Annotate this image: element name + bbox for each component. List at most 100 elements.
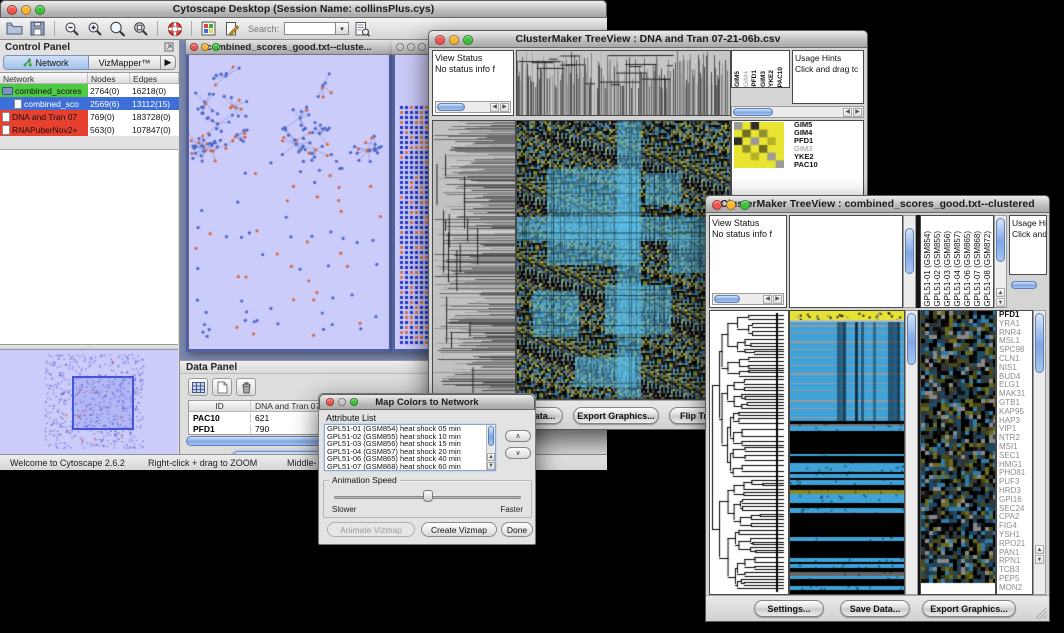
scrollbar-thumb[interactable]: [714, 295, 740, 303]
heatmap-view[interactable]: [516, 120, 731, 400]
gene-column-label[interactable]: GIM3: [760, 71, 769, 87]
array-column-label[interactable]: GPL51-03 (GSM856): [943, 231, 953, 307]
array-column-label[interactable]: GPL51-08 (GSM872): [983, 231, 993, 307]
animate-vizmap-button[interactable]: Animate Vizmap: [327, 522, 415, 537]
network-row[interactable]: combined_sco 2569(6) 13112(15): [0, 97, 179, 110]
export-graphics-button[interactable]: Export Graphics...: [573, 407, 659, 424]
zoom-selected-icon[interactable]: [130, 19, 151, 38]
scroll-up-icon[interactable]: ▲: [487, 453, 495, 461]
scroll-up-icon[interactable]: ▲: [996, 288, 1005, 297]
zoom-button[interactable]: [350, 398, 358, 406]
scroll-down-icon[interactable]: ▼: [487, 462, 495, 470]
gene-column-label[interactable]: YKE2: [768, 70, 777, 87]
row-dendrogram-view[interactable]: [432, 120, 516, 400]
array-column-label[interactable]: GPL51-04 (GSM857): [953, 231, 963, 307]
scroll-right-icon[interactable]: ▶: [500, 103, 509, 112]
new-attribute-icon[interactable]: [212, 378, 232, 396]
settings-button[interactable]: Settings...: [754, 600, 824, 617]
column-dendrogram-area[interactable]: [789, 215, 903, 308]
column-header-edges[interactable]: Edges: [130, 73, 179, 83]
network-row[interactable]: DNA and Tran 07 769(0) 183728(0): [0, 110, 179, 123]
attribute-item[interactable]: GPL51-07 (GSM868) heat shock 60 min: [325, 463, 495, 471]
scrollbar-thumb[interactable]: [905, 228, 914, 274]
dialog-titlebar[interactable]: Map Colors to Network: [319, 394, 535, 410]
close-button[interactable]: [712, 200, 722, 210]
frame-2-minimize-button[interactable]: [407, 43, 415, 51]
network-row[interactable]: RNAPuberNov2+ 563(0) 107847(0): [0, 123, 179, 136]
cytoscape-titlebar[interactable]: Cytoscape Desktop (Session Name: collins…: [0, 0, 607, 18]
float-panel-icon[interactable]: [164, 42, 174, 52]
secondary-heatmap-view[interactable]: [920, 310, 996, 595]
scrollbar-thumb[interactable]: [488, 426, 494, 446]
frame-2-zoom-button[interactable]: [418, 43, 426, 51]
view-status-hscrollbar[interactable]: ◀▶: [712, 293, 784, 305]
scrollbar-thumb[interactable]: [907, 313, 916, 365]
zoom-button[interactable]: [35, 5, 45, 15]
vizmapper-palette-icon[interactable]: [198, 19, 219, 38]
column-header-nodes[interactable]: Nodes: [88, 73, 130, 83]
move-up-button[interactable]: ∧: [505, 430, 531, 442]
scroll-right-icon[interactable]: ▶: [853, 108, 862, 117]
scrollbar-thumb[interactable]: [733, 108, 773, 116]
scroll-up-icon[interactable]: ▲: [1035, 545, 1044, 554]
column-header-network[interactable]: Network: [0, 73, 88, 83]
gene-label[interactable]: PAC10: [792, 161, 863, 169]
zoom-button[interactable]: [463, 35, 473, 45]
select-attributes-icon[interactable]: [188, 378, 208, 396]
gene-column-label[interactable]: PAC10: [777, 67, 786, 87]
scrollbar-thumb[interactable]: [437, 103, 465, 111]
done-button[interactable]: Done: [501, 522, 533, 537]
column-header-id[interactable]: ID: [189, 401, 251, 411]
save-data-button[interactable]: Save Data...: [840, 600, 910, 617]
view-status-hscrollbar[interactable]: ◀▶: [435, 101, 511, 113]
heatmap-view[interactable]: [789, 310, 905, 595]
tab-overflow-arrow[interactable]: ▶: [161, 55, 176, 70]
attribute-list-scrollbar[interactable]: ▲ ▼: [486, 425, 495, 470]
zoom-in-icon[interactable]: [84, 19, 105, 38]
submatrix-heatmap-canvas[interactable]: [734, 122, 784, 168]
frame-2-close-button[interactable]: [396, 43, 404, 51]
search-input[interactable]: [284, 22, 336, 35]
attribute-listbox[interactable]: GPL51-01 (GSM854) heat shock 05 minGPL51…: [324, 424, 496, 471]
treeview2-titlebar[interactable]: ClusterMaker TreeView : combined_scores_…: [705, 195, 1050, 213]
column-labels-vscrollbar[interactable]: ▲ ▼: [994, 215, 1007, 308]
zoom-button[interactable]: [740, 200, 750, 210]
array-column-label[interactable]: GPL51-02 (GSM855): [933, 231, 943, 307]
help-lifesaver-icon[interactable]: [164, 19, 185, 38]
scroll-left-icon[interactable]: ◀: [843, 108, 852, 117]
speed-slider-thumb[interactable]: [423, 490, 433, 502]
row-dendrogram-view[interactable]: [709, 310, 789, 595]
gene-column-label[interactable]: GIM4: [743, 71, 752, 87]
network-row[interactable]: combined_scores 2764(0) 16218(0): [0, 84, 179, 97]
export-graphics-button[interactable]: Export Graphics...: [922, 600, 1016, 617]
tab-network[interactable]: Network: [3, 55, 89, 70]
minimize-button[interactable]: [21, 5, 31, 15]
zoom-out-icon[interactable]: [61, 19, 82, 38]
move-down-button[interactable]: ∨: [505, 447, 531, 459]
gene-column-label[interactable]: GIM5: [734, 71, 743, 87]
resize-grip[interactable]: [1036, 608, 1047, 619]
column-area-vscrollbar[interactable]: [903, 215, 916, 308]
create-vizmap-button[interactable]: Create Vizmap: [421, 522, 497, 537]
gene-list-vscrollbar[interactable]: ▲ ▼: [1033, 310, 1046, 595]
open-session-button[interactable]: [4, 19, 25, 38]
close-button[interactable]: [7, 5, 17, 15]
gene-column-label[interactable]: PFD1: [751, 70, 760, 87]
scroll-left-icon[interactable]: ◀: [490, 103, 499, 112]
scrollbar-thumb[interactable]: [1035, 313, 1044, 373]
array-column-label[interactable]: GPL51-01 (GSM854): [923, 231, 933, 307]
submatrix-hscrollbar[interactable]: ◀▶: [731, 106, 864, 118]
usage-hints-scroll-thumb[interactable]: [1011, 281, 1037, 289]
tab-vizmapper[interactable]: VizMapper™: [89, 55, 161, 70]
birdseye-view[interactable]: [0, 350, 178, 454]
scrollbar-thumb[interactable]: [996, 218, 1005, 262]
array-column-label[interactable]: GPL51-06 (GSM865): [963, 231, 973, 307]
attribute-browser-icon[interactable]: [351, 19, 372, 38]
scroll-down-icon[interactable]: ▼: [996, 298, 1005, 307]
network-canvas[interactable]: [189, 55, 389, 349]
frame-close-button[interactable]: [190, 43, 198, 51]
heatmap-vscrollbar[interactable]: [905, 310, 918, 595]
frame-zoom-button[interactable]: [212, 43, 220, 51]
treeview1-titlebar[interactable]: ClusterMaker TreeView : DNA and Tran 07-…: [428, 30, 868, 48]
search-dropdown-icon[interactable]: ▾: [336, 22, 349, 35]
